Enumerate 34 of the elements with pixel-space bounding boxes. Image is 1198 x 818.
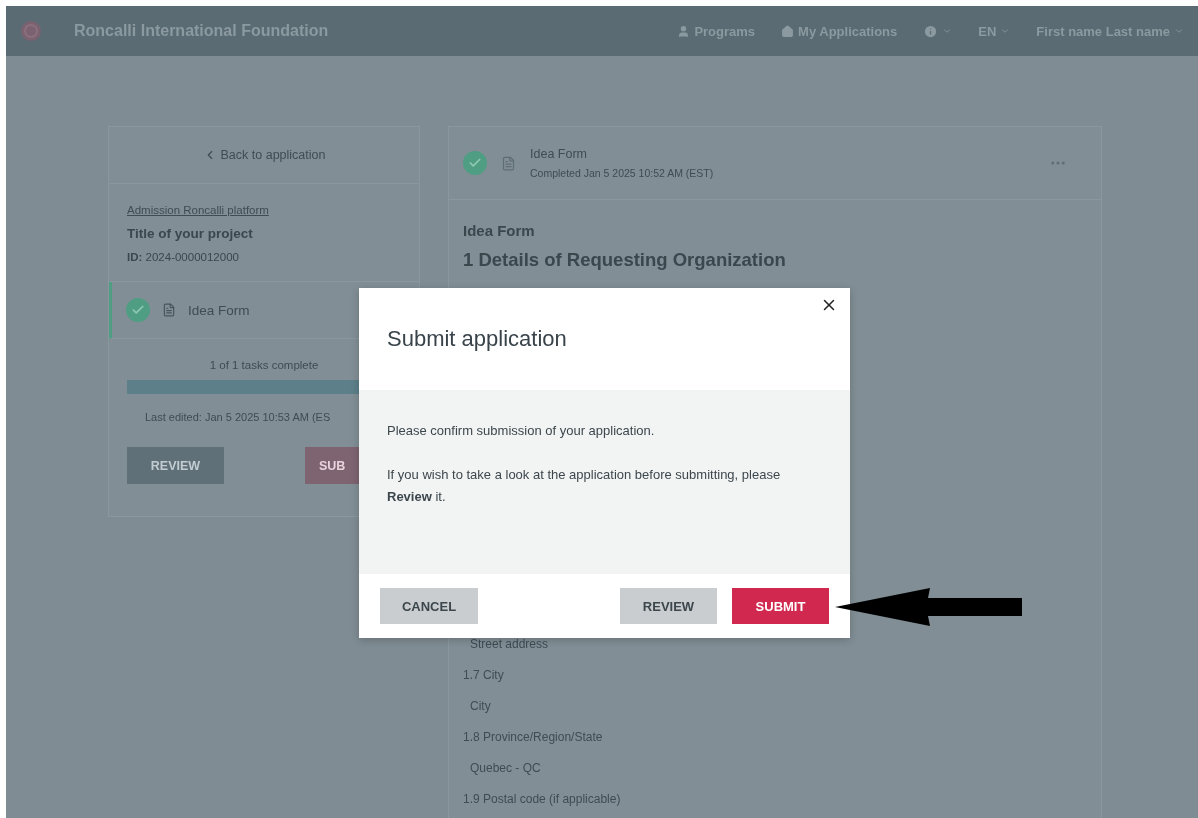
progress-text: 1 of 1 tasks complete bbox=[208, 359, 320, 371]
logo-icon bbox=[20, 20, 42, 42]
section-title: 1 Details of Requesting Organization bbox=[463, 249, 787, 271]
cancel-button[interactable]: CANCEL bbox=[380, 588, 478, 624]
program-link[interactable]: Admission Roncalli platform bbox=[127, 204, 401, 216]
back-link[interactable]: Back to application bbox=[202, 148, 326, 162]
field-value: Street address bbox=[469, 637, 550, 651]
caret-icon bbox=[1174, 26, 1184, 36]
document-icon bbox=[501, 155, 516, 171]
document-icon bbox=[162, 303, 176, 317]
field-label: 1.7 City bbox=[463, 668, 505, 682]
person-icon bbox=[677, 24, 691, 38]
last-edited: Last edited: Jan 5 2025 10:53 AM (ES bbox=[144, 411, 332, 423]
home-icon bbox=[781, 24, 795, 38]
field-value: Quebec - QC bbox=[469, 761, 542, 775]
review-button[interactable]: REVIEW bbox=[127, 447, 224, 484]
caret-icon bbox=[1000, 26, 1011, 36]
task-label: Idea Form bbox=[188, 302, 250, 318]
submit-button[interactable]: SUB bbox=[305, 447, 359, 484]
project-id: ID: 2024-0000012000 bbox=[127, 251, 240, 263]
form-title: Idea Form bbox=[463, 222, 536, 239]
field-label: 1.8 Province/Region/State bbox=[463, 730, 604, 744]
submit-button[interactable]: SUBMIT bbox=[732, 588, 829, 624]
field-label: 1.9 Postal code (if applicable) bbox=[463, 792, 622, 806]
info-icon bbox=[923, 23, 939, 39]
dialog-text: Please confirm submission of your application. bbox=[387, 422, 656, 440]
caret-icon bbox=[942, 26, 953, 36]
dialog-text: If you wish to take a look at the application before submitting, please Review it. bbox=[387, 466, 782, 506]
info-menu[interactable] bbox=[923, 23, 953, 39]
field-value: City bbox=[469, 699, 492, 713]
form-status: Completed Jan 5 2025 10:52 AM (EST) bbox=[530, 167, 715, 179]
form-name: Idea Form bbox=[530, 147, 588, 161]
review-button[interactable]: REVIEW bbox=[620, 588, 717, 624]
project-title: Title of your project bbox=[127, 226, 254, 241]
